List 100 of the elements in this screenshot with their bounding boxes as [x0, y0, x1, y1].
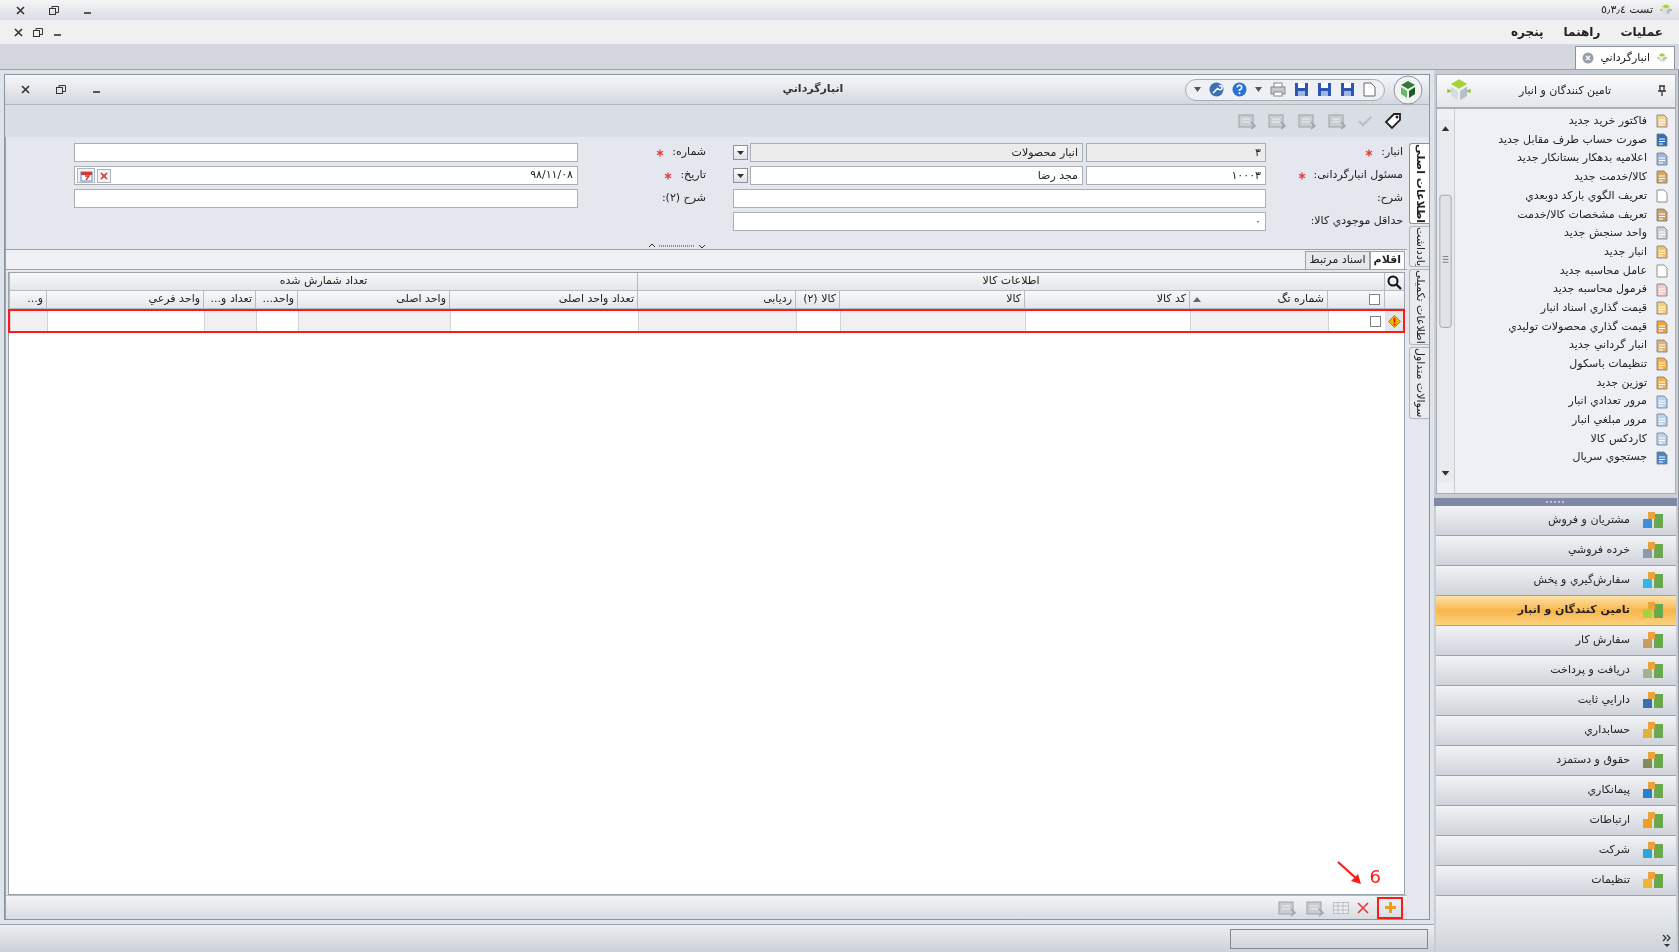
grid-icon[interactable]: [1277, 898, 1297, 917]
dropdown-button[interactable]: [733, 145, 748, 160]
plus-icon[interactable]: [1383, 901, 1397, 914]
sidebar-item[interactable]: قيمت گذاري اسناد انبار: [1455, 298, 1675, 318]
input-field[interactable]: ۱۰۰۰۳: [1086, 166, 1266, 185]
splitter-handle[interactable]: [647, 243, 707, 249]
scrollbar[interactable]: [1437, 109, 1455, 493]
input-field[interactable]: [74, 143, 578, 162]
chevron-icon[interactable]: [1662, 934, 1672, 948]
menu-item[interactable]: عمليات: [1612, 21, 1671, 43]
module-button[interactable]: حسابداري: [1436, 716, 1676, 746]
module-button[interactable]: خرده فروشي: [1436, 536, 1676, 566]
module-button[interactable]: سفارش كار: [1436, 626, 1676, 656]
column-header[interactable]: کد کالا: [1024, 291, 1189, 309]
sidebar-item[interactable]: قيمت گذاري محصولات توليدي: [1455, 317, 1675, 337]
side-tab[interactable]: اطلاعات اصلی: [1409, 143, 1429, 225]
sidebar-item[interactable]: تعريف الگوي باركد دوبعدي: [1455, 186, 1675, 206]
sidebar-item[interactable]: جستجوي سريال: [1455, 448, 1675, 468]
sidebar-item[interactable]: توزين جديد: [1455, 373, 1675, 393]
side-tab[interactable]: سوالات متداول: [1409, 347, 1429, 419]
column-header[interactable]: و...: [9, 291, 46, 309]
printer-icon[interactable]: [1270, 82, 1286, 97]
input-field[interactable]: انبار محصولات: [750, 143, 1083, 162]
tag-icon[interactable]: [1383, 111, 1403, 131]
sidebar-item[interactable]: مرور مبلغي انبار: [1455, 411, 1675, 430]
table-cell[interactable]: [638, 311, 796, 331]
sidebar-item[interactable]: كالا/خدمت جديد: [1455, 168, 1675, 187]
module-button[interactable]: حقوق و دستمزد: [1436, 746, 1676, 776]
column-header[interactable]: واحد...: [255, 291, 297, 309]
document-icon[interactable]: [1363, 82, 1376, 97]
module-button[interactable]: شركت: [1436, 836, 1676, 866]
module-button[interactable]: تامين كنندگان و انبار: [1436, 596, 1676, 626]
module-button[interactable]: مشتريان و فروش: [1436, 506, 1676, 536]
save-icon[interactable]: [1340, 82, 1355, 97]
sidebar-item[interactable]: تعريف مشخصات كالا/خدمت: [1455, 205, 1675, 225]
sidebar-item[interactable]: واحد سنجش جديد: [1455, 224, 1675, 243]
sidebar-item[interactable]: عامل محاسبه جديد: [1455, 261, 1675, 281]
sidebar-item[interactable]: صورت حساب طرف مقابل جديد: [1455, 130, 1675, 150]
dropdown-button[interactable]: [733, 168, 748, 183]
sidebar-item[interactable]: انبار گرداني جديد: [1455, 336, 1675, 355]
save-icon[interactable]: [1294, 82, 1309, 97]
column-header[interactable]: کالا (۲): [795, 291, 839, 309]
sidebar-item[interactable]: تنظيمات باسكول: [1455, 354, 1675, 374]
side-tab[interactable]: اطلاعات تکمیلی: [1409, 269, 1429, 346]
module-button[interactable]: تنظيمات: [1436, 866, 1676, 896]
sidebar-item[interactable]: انبار جديد: [1455, 242, 1675, 262]
calendar-button[interactable]: [77, 168, 95, 183]
module-button[interactable]: دريافت و پرداخت: [1436, 656, 1676, 686]
checkbox[interactable]: [1369, 294, 1380, 305]
caret-icon[interactable]: [1194, 87, 1201, 92]
sidebar-item[interactable]: كاردكس كالا: [1455, 429, 1675, 449]
column-header[interactable]: تعداد و...: [203, 291, 255, 309]
input-field[interactable]: [733, 189, 1266, 208]
column-header[interactable]: واحد اصلی: [297, 291, 449, 309]
sidebar-item[interactable]: اعلاميه بدهكار بستانكار جديد: [1455, 149, 1675, 169]
table-cell[interactable]: [298, 311, 450, 331]
grid-tab[interactable]: اقلام: [1369, 251, 1405, 269]
module-button[interactable]: دارايي ثابت: [1436, 686, 1676, 716]
caret-icon[interactable]: [1255, 87, 1262, 92]
column-header[interactable]: کالا: [839, 291, 1024, 309]
module-button[interactable]: پيمانكاري: [1436, 776, 1676, 806]
module-button[interactable]: ارتباطات: [1436, 806, 1676, 836]
table-cell[interactable]: [1190, 311, 1328, 331]
column-header[interactable]: واحد فرعي: [46, 291, 203, 309]
clear-button[interactable]: [97, 168, 111, 183]
close-icon[interactable]: [21, 85, 30, 94]
help-icon[interactable]: [1232, 82, 1247, 97]
input-field[interactable]: ۳: [1086, 143, 1266, 162]
table-cell[interactable]: [840, 311, 1025, 331]
sidebar-item[interactable]: فاكتور خريد جديد: [1455, 112, 1675, 131]
restore-icon[interactable]: [49, 5, 59, 15]
table-cell[interactable]: [10, 311, 47, 331]
close-icon[interactable]: [16, 5, 25, 15]
wrench-icon[interactable]: [1209, 82, 1224, 97]
check-icon[interactable]: [1357, 114, 1373, 128]
module-button[interactable]: سفارش‌گيري و پخش: [1436, 566, 1676, 596]
sidebar-item[interactable]: مرور تعدادي انبار: [1455, 392, 1675, 411]
input-field[interactable]: مجد رضا: [750, 166, 1083, 185]
date-field[interactable]: ۹۸/۱۱/۰۸: [74, 166, 578, 185]
sidebar-item[interactable]: فرمول محاسبه جديد: [1455, 280, 1675, 299]
save-icon[interactable]: [1317, 82, 1332, 97]
input-field[interactable]: ۰: [733, 212, 1266, 231]
column-header[interactable]: ردیابی: [637, 291, 795, 309]
close-icon[interactable]: [14, 27, 23, 37]
grid-tab[interactable]: اسناد مرتبط: [1305, 251, 1370, 269]
grid-icon[interactable]: [1305, 898, 1325, 917]
search-icon[interactable]: [1387, 275, 1402, 290]
column-header[interactable]: تعداد واحد اصلی: [449, 291, 637, 309]
pin-icon[interactable]: [1657, 85, 1667, 97]
column-header[interactable]: شماره تگ: [1189, 291, 1327, 309]
document-tab[interactable]: انبارگرداني: [1575, 46, 1675, 69]
splitter-handle[interactable]: [1434, 498, 1677, 506]
menu-item[interactable]: پنجره: [1503, 21, 1552, 43]
restore-icon[interactable]: [56, 85, 66, 94]
menu-item[interactable]: راهنما: [1555, 21, 1609, 43]
side-tab[interactable]: یادداشت: [1409, 226, 1429, 268]
restore-icon[interactable]: [33, 27, 43, 37]
checkbox[interactable]: [1370, 315, 1381, 327]
table-cell[interactable]: [204, 311, 256, 331]
input-field[interactable]: [74, 189, 578, 208]
